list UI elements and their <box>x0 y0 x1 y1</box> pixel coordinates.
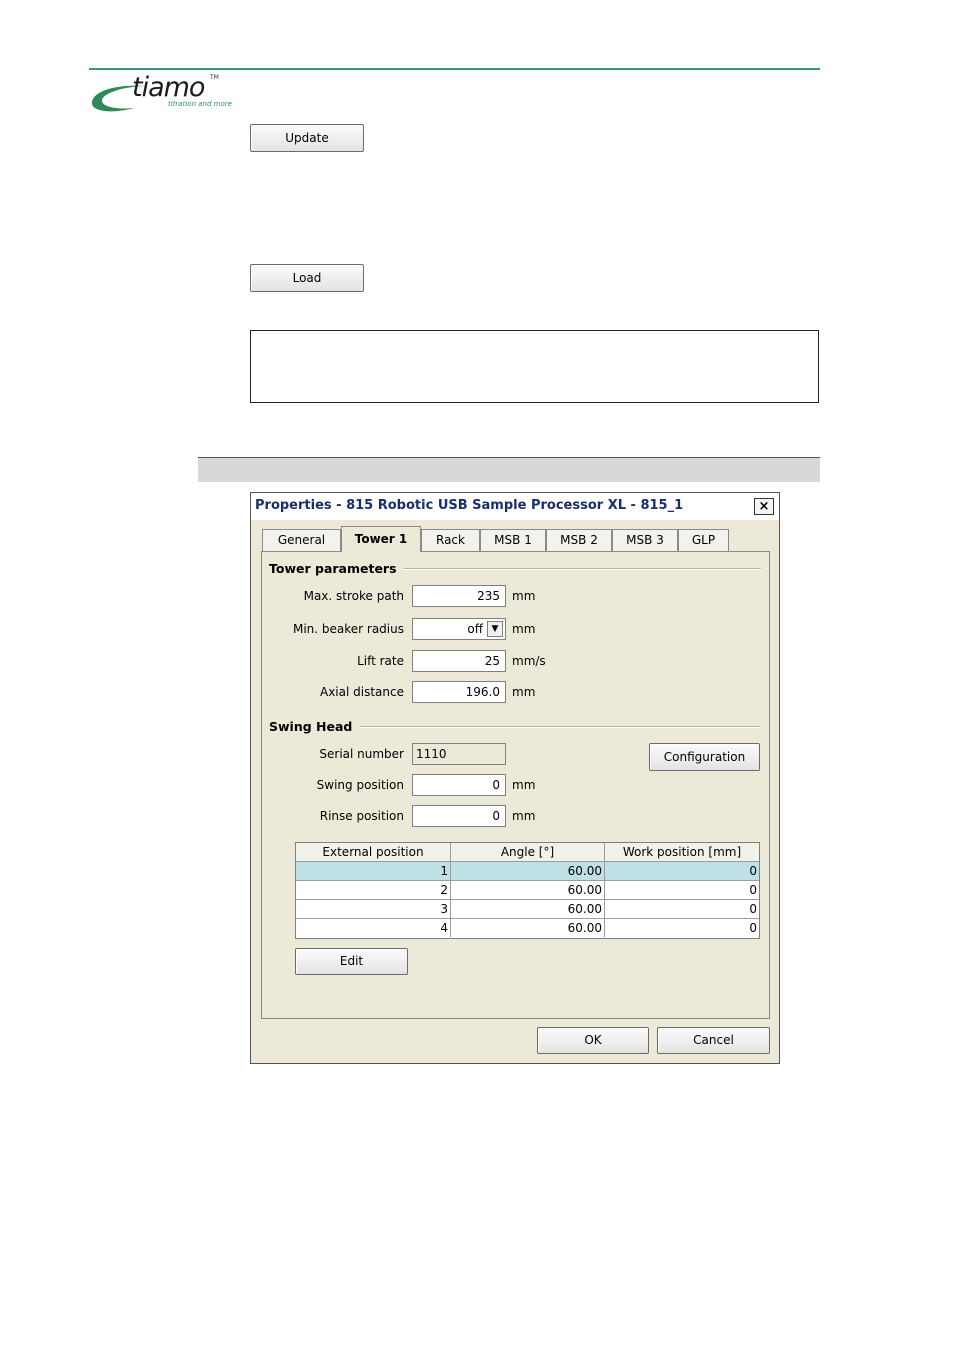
update-button[interactable]: Update <box>250 124 364 152</box>
tab-general[interactable]: General <box>262 529 341 551</box>
cell-external-position: 4 <box>296 919 451 937</box>
cell-work-position: 0 <box>749 921 757 935</box>
column-header-angle[interactable]: Angle [°] <box>451 843 605 862</box>
lift-rate-input[interactable]: 25 <box>412 650 506 672</box>
tab-glp[interactable]: GLP <box>678 529 729 551</box>
lift-rate-label: Lift rate <box>357 654 404 668</box>
cell-angle: 60.00 <box>451 881 605 899</box>
header-rule <box>89 68 820 70</box>
column-header-external-position[interactable]: External position <box>296 843 451 862</box>
load-button[interactable]: Load <box>250 264 364 292</box>
cell-work-position: 0 <box>749 902 757 916</box>
cell-external-position: 1 <box>296 862 451 880</box>
min-beaker-dropdown[interactable]: off ▼ <box>412 618 506 640</box>
edit-button[interactable]: Edit <box>295 948 408 975</box>
logo-tm: TM <box>210 74 219 81</box>
rinse-position-label: Rinse position <box>319 809 404 823</box>
table-row[interactable]: 1 60.00 0 <box>296 862 759 881</box>
serial-number-label: Serial number <box>319 747 404 761</box>
column-header-work-position[interactable]: Work position [mm] <box>605 843 759 862</box>
dialog-titlebar[interactable]: Properties - 815 Robotic USB Sample Proc… <box>251 493 779 520</box>
tower-parameters-divider <box>403 568 761 570</box>
tab-panel-tower-1: Tower parameters Max. stroke path 235 mm… <box>261 551 770 1019</box>
properties-dialog: Properties - 815 Robotic USB Sample Proc… <box>250 492 780 1064</box>
axial-distance-unit: mm <box>512 685 536 699</box>
cell-angle: 60.00 <box>451 900 605 918</box>
lift-rate-unit: mm/s <box>512 654 546 668</box>
min-beaker-unit: mm <box>512 622 536 636</box>
configuration-button[interactable]: Configuration <box>649 743 760 771</box>
swing-head-title: Swing Head <box>269 719 353 734</box>
table-row[interactable]: 4 60.00 0 <box>296 919 759 938</box>
axial-distance-input[interactable]: 196.0 <box>412 681 506 703</box>
tab-tower-1[interactable]: Tower 1 <box>341 526 421 552</box>
ok-button[interactable]: OK <box>537 1027 649 1054</box>
table-row[interactable]: 2 60.00 0 <box>296 881 759 900</box>
table-row[interactable]: 3 60.00 0 <box>296 900 759 919</box>
swing-head-divider <box>360 726 761 728</box>
swing-position-label: Swing position <box>316 778 404 792</box>
swing-position-unit: mm <box>512 778 536 792</box>
min-beaker-value: off <box>467 622 483 636</box>
cell-work-position: 0 <box>749 883 757 897</box>
cell-angle: 60.00 <box>451 919 605 937</box>
dialog-title: Properties - 815 Robotic USB Sample Proc… <box>255 498 684 513</box>
min-beaker-label: Min. beaker radius <box>292 622 404 636</box>
cell-work-position: 0 <box>749 864 757 878</box>
close-icon[interactable]: × <box>754 498 774 515</box>
logo-word: tiamo <box>132 72 205 103</box>
section-bar <box>198 457 820 482</box>
max-stroke-unit: mm <box>512 589 536 603</box>
note-box <box>250 330 819 403</box>
max-stroke-input[interactable]: 235 <box>412 585 506 607</box>
cancel-button[interactable]: Cancel <box>657 1027 770 1054</box>
serial-number-field: 1110 <box>412 743 506 765</box>
tab-msb-3[interactable]: MSB 3 <box>612 529 678 551</box>
tab-rack[interactable]: Rack <box>421 529 480 551</box>
swing-position-input[interactable]: 0 <box>412 774 506 796</box>
cell-external-position: 3 <box>296 900 451 918</box>
rinse-position-input[interactable]: 0 <box>412 805 506 827</box>
max-stroke-label: Max. stroke path <box>303 589 404 603</box>
rinse-position-unit: mm <box>512 809 536 823</box>
tiamo-logo: tiamo TM titration and more <box>88 72 238 118</box>
tower-parameters-title: Tower parameters <box>269 561 397 576</box>
tab-msb-2[interactable]: MSB 2 <box>546 529 612 551</box>
axial-distance-label: Axial distance <box>320 685 404 699</box>
cell-angle: 60.00 <box>451 862 605 880</box>
logo-tagline: titration and more <box>168 100 232 108</box>
tab-msb-1[interactable]: MSB 1 <box>480 529 546 551</box>
chevron-down-icon[interactable]: ▼ <box>487 621 503 637</box>
cell-external-position: 2 <box>296 881 451 899</box>
external-positions-table[interactable]: External position Angle [°] Work positio… <box>295 842 760 939</box>
